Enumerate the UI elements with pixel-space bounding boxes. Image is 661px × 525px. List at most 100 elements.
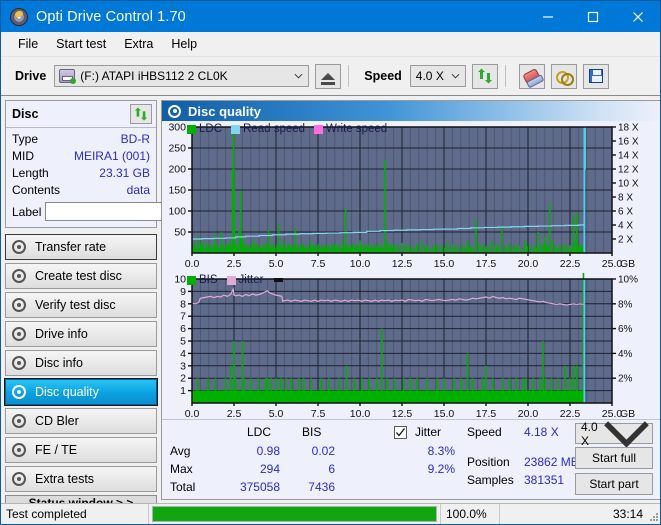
legend-entry-jitter: Jitter [226,274,264,286]
svg-text:6: 6 [180,323,186,335]
sidebar-item-disc-info[interactable]: Disc info [5,350,157,376]
eraser-icon [522,67,542,85]
elapsed-time: 33:14 [500,504,660,524]
svg-text:8: 8 [180,298,186,310]
eraser-button[interactable] [518,63,545,89]
sidebar: Disc Type BD-R MID MEIRA1 (001) Length 2… [1,96,222,511]
jitter-max-value: 9.2% [427,462,455,476]
maximize-button[interactable] [570,1,615,32]
statistics-panel: LDC BIS Jitter Avg Max Total 0.98 294 37… [162,419,660,499]
chain-button[interactable] [550,63,577,89]
stats-row-max: Max [170,462,193,476]
ldc-plot-svg: 50 100 150 200 250 300 2 X 4 X 6 X 8 X 10 X 12 X 14 … [168,122,639,271]
legend-marker-icon [274,278,284,282]
refresh-icon [134,107,148,121]
svg-text:7.5: 7.5 [311,258,326,270]
svg-text:4%: 4% [618,349,633,360]
svg-text:18 X: 18 X [618,123,639,134]
sidebar-item-fe-te[interactable]: FE / TE [5,437,157,463]
svg-text:5.0: 5.0 [269,258,284,270]
toolbar: Drive (F:) ATAPI iHBS112 2 CL0K Speed 4.… [1,57,660,96]
disc-length-key: Length [12,166,49,180]
sidebar-item-label: Disc info [35,356,83,370]
speed-select[interactable]: 4.0 X [409,65,466,87]
main-panel: Disc quality LDC Read speed Write speed [161,100,660,500]
chevron-down-icon [294,73,303,79]
stats-row-total: Total [170,480,196,494]
svg-text:50: 50 [174,227,186,239]
drive-select[interactable]: (F:) ATAPI iHBS112 2 CL0K [54,65,310,87]
svg-text:9: 9 [180,286,186,298]
jitter-checkbox[interactable] [394,426,407,439]
test-speed-select[interactable]: 4.0 X [575,420,653,448]
sidebar-item-verify-test-disc[interactable]: Verify test disc [5,292,157,318]
svg-text:17.5: 17.5 [476,258,497,270]
sidebar-nav: Transfer rate Create test disc Verify te… [4,234,158,495]
legend-label-jitter: Jitter [238,274,264,286]
drive-select-value: (F:) ATAPI iHBS112 2 CL0K [80,69,228,83]
disc-row-mid: MID MEIRA1 (001) [12,148,150,165]
disc-icon [12,442,28,458]
menu-start-test[interactable]: Start test [47,34,115,54]
disc-icon [12,355,28,371]
sidebar-item-label: FE / TE [35,443,78,457]
disc-refresh-button[interactable] [130,104,152,124]
resize-grip-icon[interactable] [647,510,659,522]
status-bar: Test completed 100.0% 33:14 [1,503,660,524]
sidebar-item-transfer-rate[interactable]: Transfer rate [5,234,157,260]
content-area: Disc Type BD-R MID MEIRA1 (001) Length 2… [1,96,660,511]
sidebar-item-label: CD Bler [35,414,79,428]
disc-row-contents: Contents data [12,182,150,199]
speed-label: Speed [364,69,402,83]
legend-label-write-speed: Write speed [326,123,388,135]
refresh-button[interactable] [471,63,498,89]
disc-icon [12,239,28,255]
close-button[interactable] [615,1,660,32]
position-label: Position [467,455,510,469]
svg-text:7: 7 [180,311,186,323]
sidebar-item-create-test-disc[interactable]: Create test disc [5,263,157,289]
refresh-icon [477,68,492,84]
svg-text:14 X: 14 X [618,151,639,162]
disc-label-key: Label [12,204,42,219]
svg-text:10.0: 10.0 [350,258,371,270]
start-part-button[interactable]: Start part [575,473,653,495]
svg-text:100: 100 [168,206,186,218]
menu-bar: File Start test Extra Help [1,32,660,57]
svg-text:12.5: 12.5 [392,258,413,270]
application-window: Opti Drive Control 1.70 File Start test … [0,0,661,525]
start-full-button[interactable]: Start full [575,447,653,469]
sidebar-item-drive-info[interactable]: Drive info [5,321,157,347]
disc-mid-key: MID [12,149,34,163]
menu-extra[interactable]: Extra [115,34,162,54]
menu-file[interactable]: File [9,34,47,54]
test-speed-value: 4.0 X [581,419,598,448]
svg-text:16 X: 16 X [618,137,639,148]
toolbar-separator-1 [348,65,350,87]
save-button[interactable] [582,63,609,89]
disc-row-length: Length 23.31 GB [12,165,150,182]
ldc-total-value: 375058 [239,480,280,494]
legend-swatch-bis [187,275,196,285]
minimize-button[interactable] [525,1,570,32]
disc-icon [12,326,28,342]
sidebar-item-disc-quality[interactable]: Disc quality [4,378,158,406]
window-title: Opti Drive Control 1.70 [36,8,186,25]
speed-stat-label: Speed [467,425,502,439]
svg-text:4 X: 4 X [618,221,633,232]
page-title: Disc quality [188,103,261,119]
svg-text:4: 4 [180,348,186,360]
save-floppy-icon [588,69,603,83]
toolbar-separator-2 [504,65,506,87]
jitter-label: Jitter [415,425,442,439]
sidebar-item-extra-tests[interactable]: Extra tests [5,466,157,492]
disc-properties: Type BD-R MID MEIRA1 (001) Length 23.31 … [6,128,222,227]
sidebar-item-cd-bler[interactable]: CD Bler [5,408,157,434]
stats-col-ldc: LDC [247,425,272,439]
chain-icon [555,70,574,86]
eject-button[interactable] [315,63,342,89]
disc-contents-key: Contents [12,183,61,197]
disc-panel-title: Disc [12,107,39,121]
svg-text:8%: 8% [618,299,633,310]
menu-help[interactable]: Help [162,34,206,54]
